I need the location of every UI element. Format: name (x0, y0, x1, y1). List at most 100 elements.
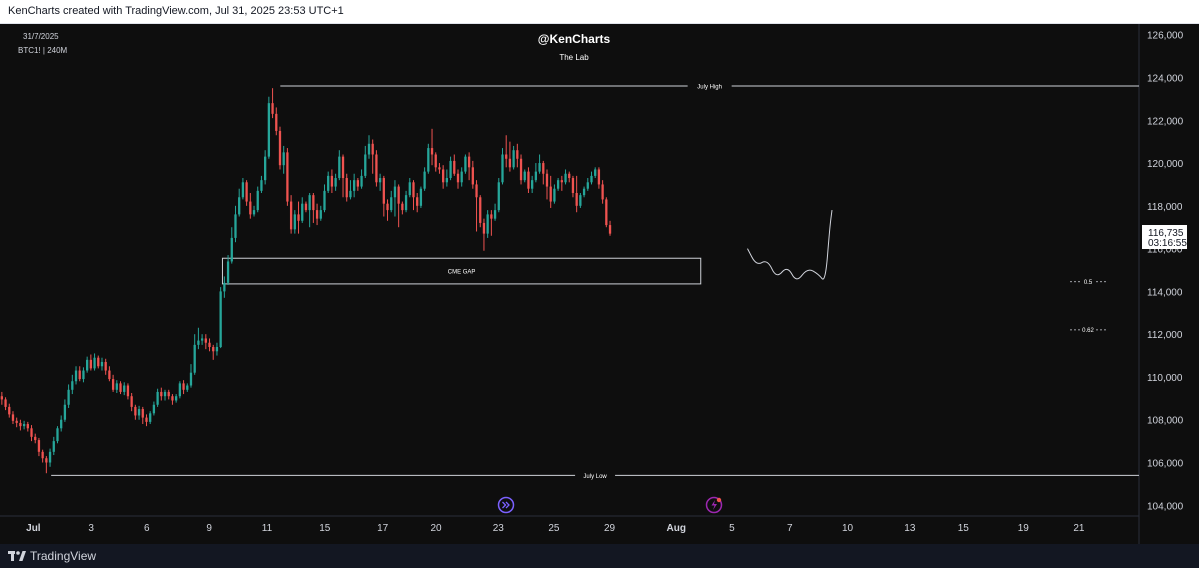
candle-body (575, 192, 578, 206)
candle-body (200, 338, 204, 341)
time-tick-label: 29 (604, 523, 616, 534)
candle-body (586, 182, 589, 189)
candle-body (471, 167, 474, 185)
candle-body (378, 178, 382, 183)
time-tick-label: 15 (319, 523, 331, 534)
candle-body (289, 201, 293, 230)
zone-label: CME GAP (448, 270, 476, 276)
candle-body (360, 175, 363, 187)
candle-body (412, 182, 415, 198)
candle-body (597, 169, 601, 185)
candle-body (245, 182, 248, 202)
price-tick-label: 104,000 (1147, 501, 1184, 512)
level-label: July Low (583, 474, 607, 480)
candle-body (0, 396, 4, 400)
time-tick-label: 7 (787, 523, 793, 534)
candle-body (85, 359, 89, 371)
candle-body (267, 103, 271, 157)
candle-body (430, 148, 434, 155)
price-tick-label: 114,000 (1147, 287, 1183, 298)
candle-body (527, 171, 530, 189)
candle-body (34, 436, 37, 441)
candle-body (230, 237, 233, 262)
candle-body (163, 391, 167, 397)
candle-body (11, 414, 15, 421)
candle-body (419, 188, 423, 206)
candle-body (545, 173, 549, 187)
date-label: 31/7/2025 (23, 32, 59, 41)
last-price-countdown: 03:16:55 (1148, 238, 1187, 249)
candle-body (97, 357, 100, 367)
symbol-label: BTC1! | 240M (18, 46, 68, 55)
candlestick-chart[interactable]: July High July Low CME GAP 0.5 0.62 126,00… (0, 24, 1199, 544)
fib-label: 0.5 (1084, 280, 1093, 286)
candle-body (434, 154, 437, 168)
price-tick-label: 118,000 (1147, 202, 1183, 213)
candle-body (119, 383, 122, 392)
candle-body (108, 370, 111, 380)
candle-body (308, 195, 311, 211)
candle-body (186, 385, 189, 390)
candle-body (345, 178, 348, 198)
candle-body (479, 197, 482, 223)
candle-body (71, 381, 74, 390)
candle-body (215, 347, 219, 352)
candle-body (467, 156, 471, 168)
candle-body (56, 428, 59, 442)
candle-body (226, 261, 230, 283)
candle-body (553, 188, 556, 202)
candle-body (327, 175, 330, 191)
candle-body (319, 210, 322, 219)
candle-body (505, 154, 508, 159)
tradingview-brand: TradingView (30, 549, 97, 563)
time-tick-label: 6 (144, 523, 150, 534)
candle-body (508, 158, 512, 168)
tradingview-logo[interactable]: TradingView (8, 548, 96, 564)
candle-body (271, 103, 274, 114)
time-tick-label: 25 (548, 523, 560, 534)
candle-body (449, 160, 452, 179)
candle-body (486, 214, 489, 234)
candle-body (197, 340, 200, 345)
candle-body (482, 222, 486, 234)
candle-body (423, 171, 426, 189)
candle-body (427, 148, 430, 172)
price-tick-label: 110,000 (1147, 373, 1183, 384)
chart-area[interactable]: July High July Low CME GAP 0.5 0.62 126,00… (0, 24, 1199, 544)
author-label: @KenCharts (538, 32, 611, 46)
candle-body (556, 180, 560, 189)
subtitle-label: The Lab (559, 53, 589, 62)
candle-body (189, 372, 193, 386)
price-tick-label: 112,000 (1147, 330, 1183, 341)
candle-body (104, 361, 107, 371)
candle-body (41, 451, 44, 459)
candle-body (152, 404, 156, 414)
candle-body (89, 359, 93, 369)
candle-body (241, 182, 245, 198)
candle-body (175, 396, 178, 401)
candle-body (15, 420, 18, 423)
candle-body (375, 154, 378, 183)
candle-body (445, 178, 449, 183)
candle-body (393, 186, 397, 198)
candle-body (193, 344, 196, 373)
candle-body (538, 163, 541, 172)
candle-body (330, 175, 334, 187)
candle-body (134, 406, 137, 416)
candle-body (571, 178, 575, 193)
price-tick-label: 106,000 (1147, 459, 1184, 470)
price-tick-label: 124,000 (1147, 73, 1184, 84)
candle-body (456, 173, 460, 183)
candle-body (167, 391, 170, 397)
candle-body (349, 190, 352, 198)
candle-body (490, 214, 493, 219)
candle-body (605, 199, 608, 226)
candle-body (401, 203, 404, 211)
candle-body (364, 154, 367, 176)
candle-body (82, 370, 85, 380)
candle-body (475, 184, 478, 198)
candle-body (501, 154, 504, 183)
candle-body (516, 150, 519, 159)
fib-label: 0.62 (1082, 328, 1094, 334)
candle-body (519, 158, 523, 181)
